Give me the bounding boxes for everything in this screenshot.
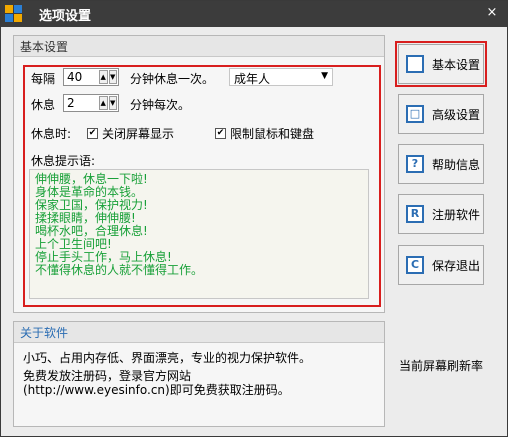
spin-down-icon[interactable]: ▼ [108, 70, 117, 84]
tips-textarea[interactable]: 伸伸腰，休息一下啦! 身体是革命的本钱。 保家卫国，保护视力! 揉揉眼睛，伸伸腰… [29, 169, 369, 299]
lock-input-label: 限制鼠标和键盘 [230, 127, 315, 141]
interval-label: 每隔 [31, 72, 56, 86]
title-bar: 选项设置 × [1, 1, 507, 27]
spin-down-icon[interactable]: ▼ [108, 96, 117, 110]
rest-value: 2 [67, 96, 75, 110]
save-exit-button[interactable]: C 保存退出 [398, 245, 484, 285]
rest-label: 休息 [31, 98, 56, 112]
chevron-down-icon: ▼ [321, 71, 328, 81]
interval-value: 40 [67, 70, 83, 84]
spin-up-icon[interactable]: ▲ [99, 96, 108, 110]
interval-suffix: 分钟休息一次。 [130, 72, 215, 86]
basic-settings-button-highlight [395, 41, 487, 87]
save-exit-icon: C [406, 256, 424, 274]
window-title: 选项设置 [39, 9, 92, 24]
checkbox-checked-icon: ✔ [215, 128, 226, 139]
tips-label: 休息提示语: [31, 154, 96, 168]
basic-settings-panel-title: 基本设置 [20, 40, 69, 54]
about-line-1: 小巧、占用内存低、界面漂亮，专业的视力保护软件。 [23, 351, 312, 365]
options-window: 选项设置 × 基本设置 每隔 40 ▲ ▼ 分钟休息一次。 成年人 ▼ 休息 2… [0, 0, 508, 437]
interval-spinner[interactable]: 40 ▲ ▼ [63, 68, 119, 86]
profile-select[interactable]: 成年人 ▼ [229, 68, 333, 86]
tip-line: 不懂得休息的人就不懂得工作。 [35, 263, 204, 277]
app-logo-icon [5, 5, 23, 23]
about-panel-title: 关于软件 [20, 326, 69, 340]
about-line-3: (http://www.eyesinfo.cn)即可免费获取注册码。 [23, 383, 290, 397]
checkbox-checked-icon: ✔ [87, 128, 98, 139]
profile-value: 成年人 [234, 72, 271, 86]
close-screen-checkbox[interactable]: ✔ 关闭屏幕显示 [87, 125, 174, 142]
advanced-settings-button-label: 高级设置 [432, 108, 481, 122]
close-screen-label: 关闭屏幕显示 [102, 127, 175, 141]
register-button[interactable]: R 注册软件 [398, 194, 484, 234]
register-button-label: 注册软件 [432, 208, 481, 222]
rest-spinner[interactable]: 2 ▲ ▼ [63, 94, 119, 112]
advanced-settings-button[interactable]: □ 高级设置 [398, 94, 484, 134]
square-icon: □ [406, 105, 424, 123]
help-button-label: 帮助信息 [432, 158, 481, 172]
register-icon: R [406, 205, 424, 223]
rest-suffix: 分钟每次。 [130, 98, 191, 112]
help-icon: ? [406, 155, 424, 173]
lock-input-checkbox[interactable]: ✔ 限制鼠标和键盘 [215, 125, 314, 142]
refresh-rate-label: 当前屏幕刷新率 [399, 359, 484, 373]
help-button[interactable]: ? 帮助信息 [398, 144, 484, 184]
spin-up-icon[interactable]: ▲ [99, 70, 108, 84]
close-icon[interactable]: × [483, 4, 501, 22]
during-rest-label: 休息时: [31, 127, 72, 141]
save-exit-button-label: 保存退出 [432, 259, 481, 273]
